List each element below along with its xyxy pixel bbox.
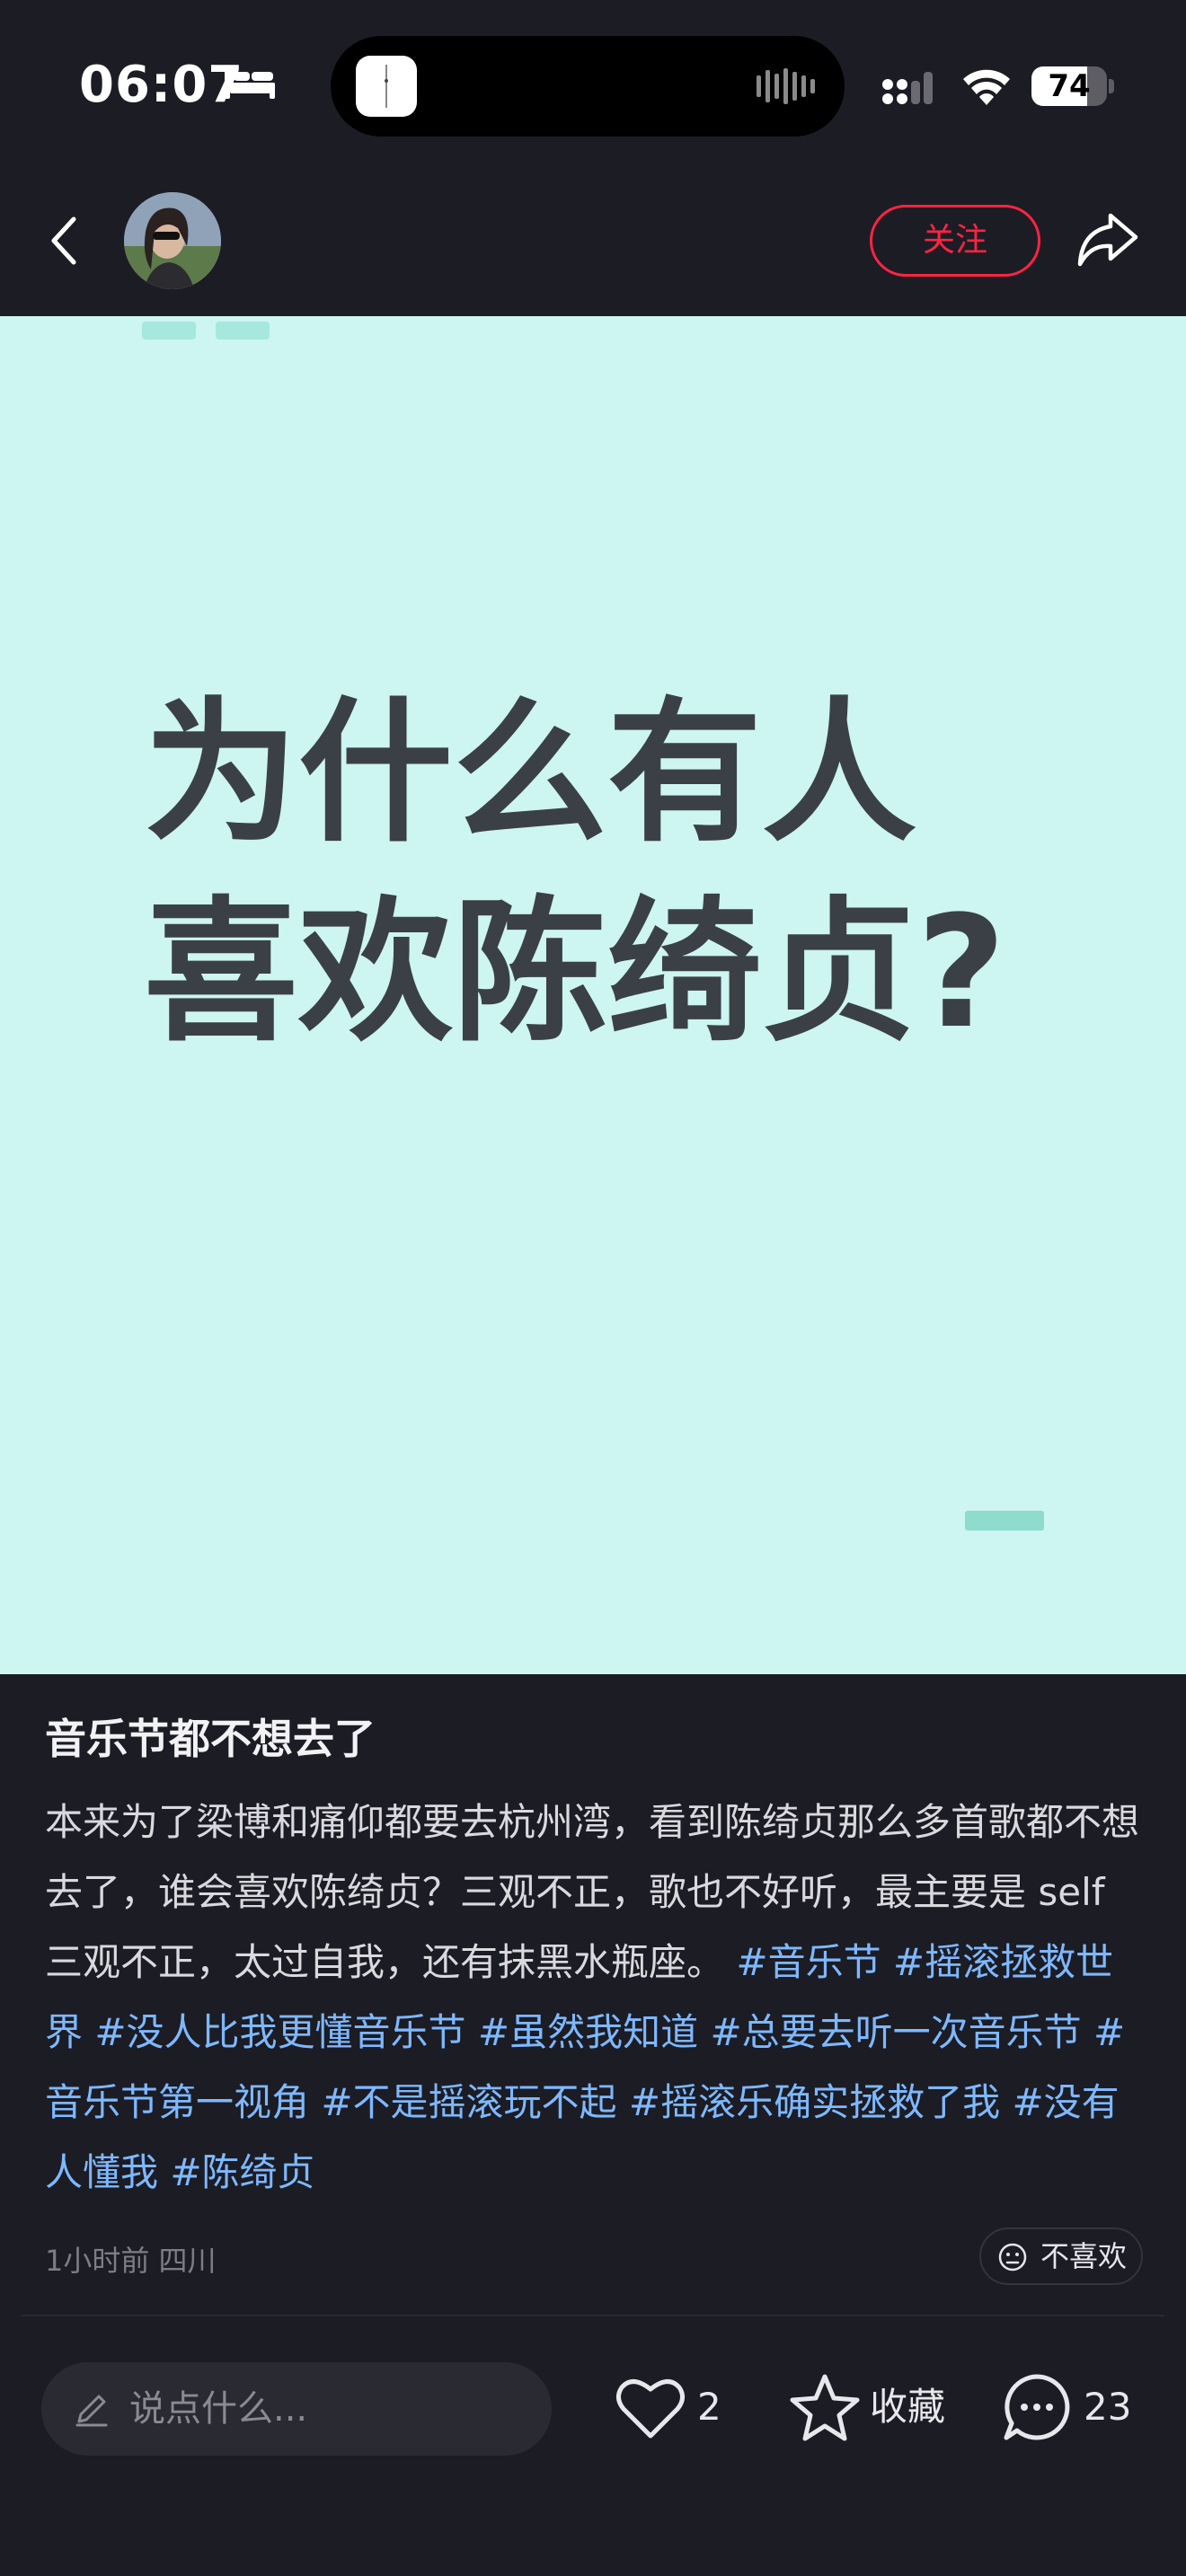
like-count: 2 xyxy=(697,2385,721,2429)
decorative-bar xyxy=(142,322,196,340)
nav-bar: 关注 xyxy=(0,162,1186,316)
share-icon[interactable] xyxy=(1075,207,1141,273)
status-time: 06:07 xyxy=(79,56,244,114)
hashtag[interactable]: #不是摇滚玩不起 xyxy=(321,2080,629,2124)
decorative-bar xyxy=(216,322,270,340)
follow-button[interactable]: 关注 xyxy=(870,205,1040,277)
status-bar: 06:07 74 xyxy=(0,0,1186,162)
battery-level-text: 74 xyxy=(1048,68,1091,104)
island-app-icon xyxy=(356,56,417,117)
post-title: 音乐节都不想去了 xyxy=(45,1715,376,1763)
hashtag[interactable]: #音乐节 xyxy=(736,1940,893,1984)
comment-bubble-icon[interactable] xyxy=(999,2369,1075,2445)
decorative-bar xyxy=(965,1511,1044,1531)
post-image[interactable]: 为什么有人 喜欢陈绮贞? xyxy=(0,316,1186,1674)
comment-placeholder: 说点什么... xyxy=(129,2388,308,2430)
comment-input[interactable]: 说点什么... xyxy=(41,2362,552,2456)
back-icon[interactable] xyxy=(43,212,86,269)
pencil-icon xyxy=(75,2395,108,2427)
wifi-icon xyxy=(963,69,1010,105)
star-icon[interactable] xyxy=(787,2369,863,2445)
hashtag[interactable]: #总要去听一次音乐节 xyxy=(710,2010,1093,2054)
hashtag[interactable]: #摇滚乐确实拯救了我 xyxy=(629,2080,1013,2124)
audio-wave-icon xyxy=(757,68,815,104)
dynamic-island[interactable] xyxy=(331,36,845,137)
bed-icon xyxy=(225,66,275,99)
heart-icon[interactable] xyxy=(613,2371,688,2443)
divider xyxy=(22,2315,1164,2316)
dislike-button[interactable]: 不喜欢 xyxy=(979,2228,1143,2285)
dislike-label: 不喜欢 xyxy=(1040,2239,1128,2273)
battery-icon: 74 xyxy=(1031,66,1116,106)
dislike-face-icon xyxy=(998,2243,1027,2272)
comment-count: 23 xyxy=(1084,2385,1132,2429)
collect-label[interactable]: 收藏 xyxy=(870,2382,945,2432)
author-avatar[interactable] xyxy=(124,192,221,289)
post-meta: 1小时前 四川 xyxy=(45,2244,217,2278)
hashtag[interactable]: #陈绮贞 xyxy=(170,2150,314,2194)
image-title-text: 为什么有人 喜欢陈绮贞? xyxy=(144,683,1006,1063)
post-body: 本来为了梁博和痛仰都要去杭州湾，看到陈绮贞那么多首歌都不想去了，谁会喜欢陈绮贞？… xyxy=(45,1787,1150,2208)
signal-icon xyxy=(882,72,933,104)
hashtag[interactable]: #虽然我知道 xyxy=(478,2010,711,2054)
hashtag[interactable]: #没人比我更懂音乐节 xyxy=(94,2010,478,2054)
